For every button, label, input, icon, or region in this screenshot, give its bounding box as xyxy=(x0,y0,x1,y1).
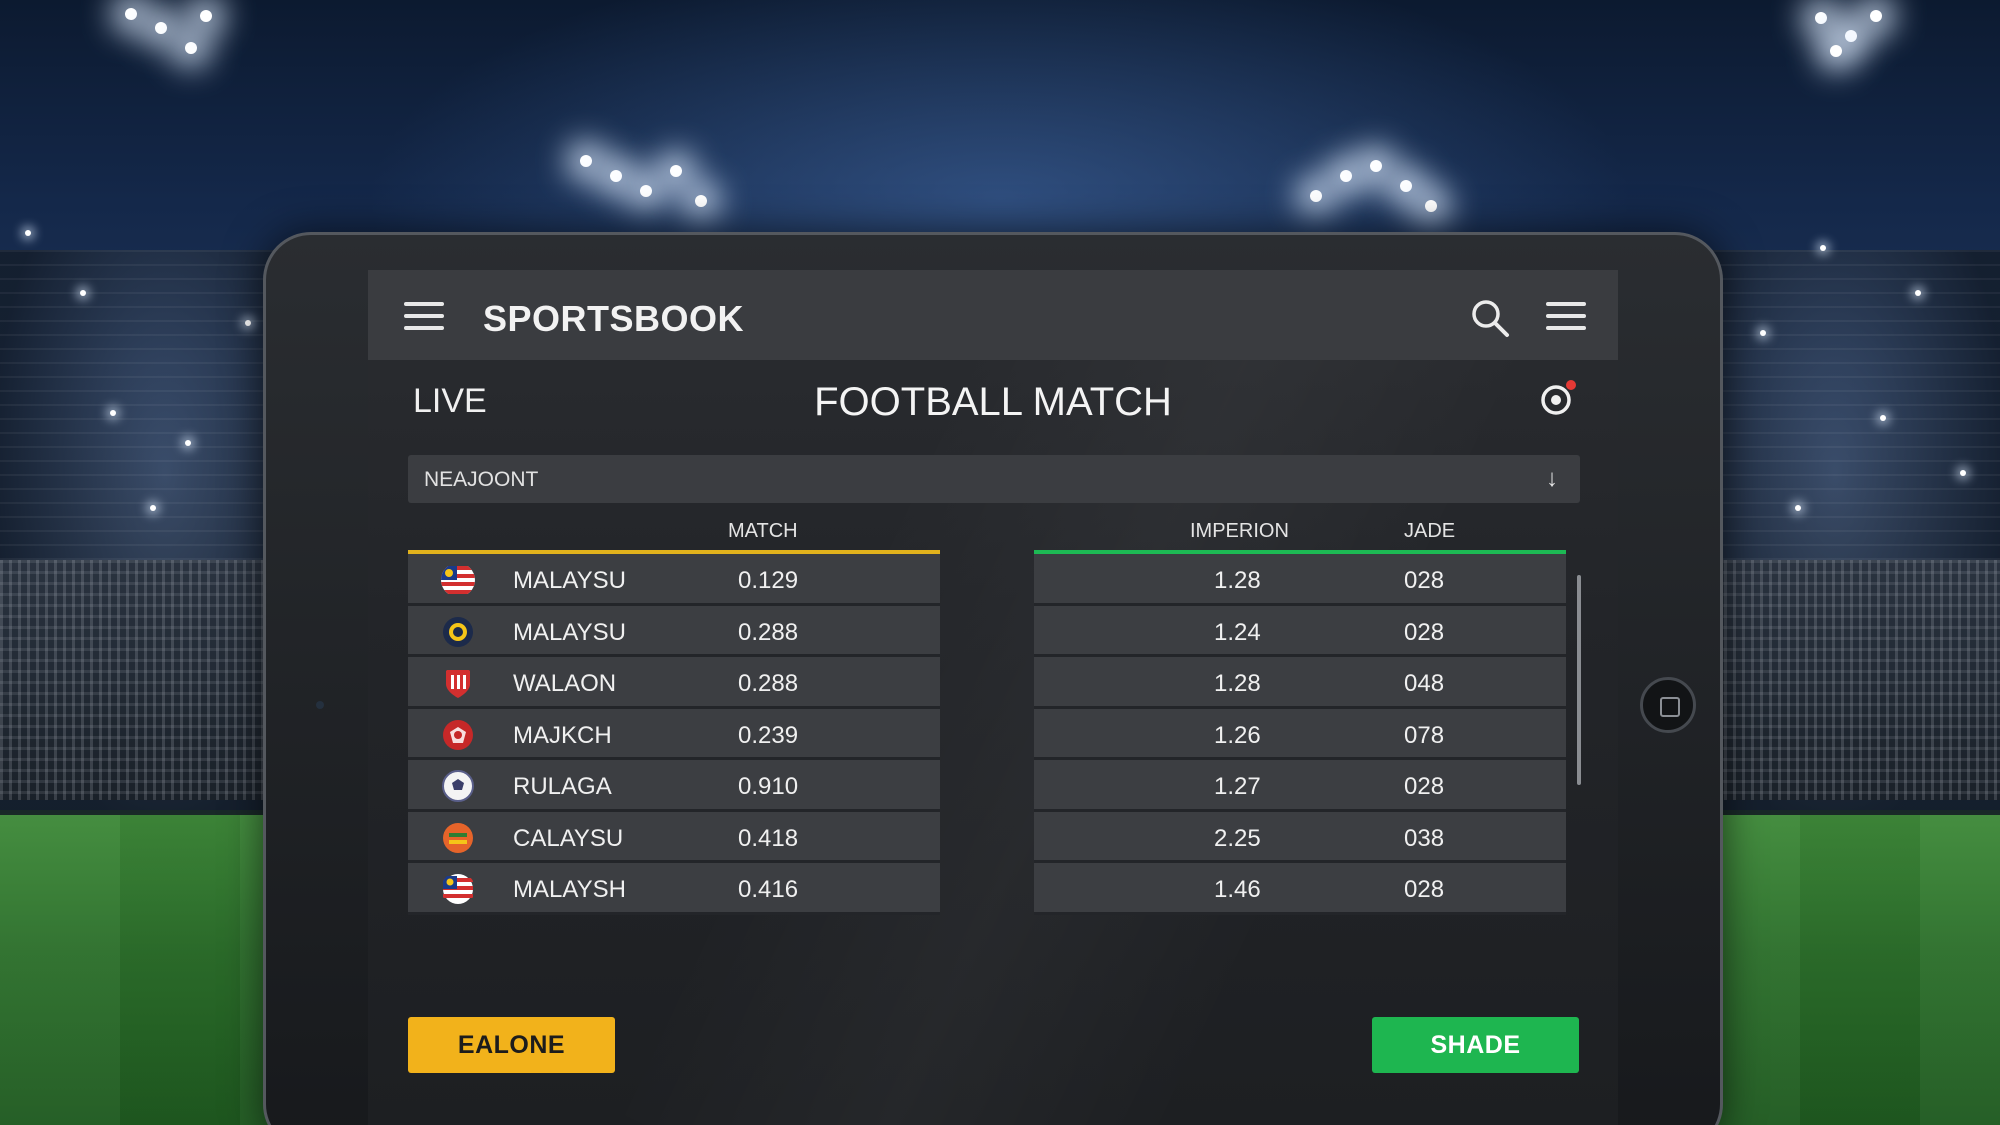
table-row[interactable]: CALAYSU 0.418 xyxy=(408,811,940,863)
team-crest-icon xyxy=(443,616,473,647)
team-name: MAJKCH xyxy=(513,721,612,749)
column-header-jade: JADE xyxy=(1404,520,1456,542)
team-name: WALAON xyxy=(513,670,617,697)
malaysia-flag-icon xyxy=(441,566,475,594)
column-header-match: MATCH xyxy=(728,520,798,542)
page-title: FOOTBALL MATCH xyxy=(814,380,1172,424)
jade-odds: 028 xyxy=(1404,773,1445,800)
imperion-odds: 1.46 xyxy=(1214,876,1261,903)
team-name: RULAGA xyxy=(513,773,612,800)
table-row[interactable]: MALAYSU 0.288 xyxy=(408,605,940,657)
chevron-down-icon: ↓ xyxy=(1546,465,1558,492)
table-row[interactable]: 1.28 028 xyxy=(1034,554,1566,606)
table-row[interactable]: WALAON 0.288 xyxy=(408,657,940,709)
table-row[interactable]: 1.27 028 xyxy=(1034,760,1566,812)
top-bar: SPORTSBOOK xyxy=(368,270,1618,360)
shade-button[interactable]: SHADE xyxy=(1372,1017,1579,1073)
table-row[interactable]: 1.28 048 xyxy=(1034,657,1566,709)
hamburger-menu-icon[interactable] xyxy=(404,302,444,330)
filter-selected-value: NEAJOONT xyxy=(424,468,539,491)
jade-odds: 038 xyxy=(1404,824,1445,852)
match-odds: 0.129 xyxy=(738,567,799,594)
imperion-odds: 1.24 xyxy=(1214,618,1261,646)
table-row[interactable]: MAJKCH 0.239 xyxy=(408,708,940,760)
match-odds: 0.288 xyxy=(738,618,799,646)
search-icon[interactable] xyxy=(1468,296,1512,340)
jade-odds: 078 xyxy=(1404,721,1445,749)
live-record-icon[interactable] xyxy=(1538,378,1578,418)
app-title: SPORTSBOOK xyxy=(483,298,745,339)
table-row[interactable]: 1.26 078 xyxy=(1034,708,1566,760)
match-odds: 0.418 xyxy=(738,824,799,852)
match-odds: 0.288 xyxy=(738,670,799,697)
table-row[interactable]: MALAYSH 0.416 xyxy=(408,863,940,915)
camera-icon xyxy=(316,701,324,709)
team-name: MALAYSU xyxy=(513,567,626,594)
team-name: MALAYSH xyxy=(513,876,626,903)
options-menu-icon[interactable] xyxy=(1546,302,1586,330)
team-name: MALAYSU xyxy=(513,618,626,646)
match-table: MALAYSU 0.129 MALAYSU 0.288 WALAON 0.288 xyxy=(408,550,940,915)
imperion-odds: 1.26 xyxy=(1214,721,1261,749)
table-row[interactable]: RULAGA 0.910 xyxy=(408,760,940,812)
home-button[interactable] xyxy=(1640,677,1696,733)
imperion-odds: 2.25 xyxy=(1214,824,1261,852)
league-filter-dropdown[interactable]: NEAJOONT ↓ xyxy=(408,455,1580,503)
malaysia-flag-icon xyxy=(443,874,473,904)
table-row[interactable]: 1.46 028 xyxy=(1034,863,1566,915)
imperion-odds: 1.28 xyxy=(1214,670,1261,697)
imperion-odds: 1.27 xyxy=(1214,773,1261,800)
match-odds: 0.416 xyxy=(738,876,799,903)
odds-table: 1.28 028 1.24 028 1.28 048 1.26 078 1.27… xyxy=(1034,550,1566,915)
shield-crest-icon xyxy=(446,670,470,698)
live-label: LIVE xyxy=(413,382,487,420)
table-row[interactable]: 1.24 028 xyxy=(1034,605,1566,657)
jade-odds: 028 xyxy=(1404,567,1445,594)
column-header-imperion: IMPERION xyxy=(1190,520,1289,542)
match-odds: 0.910 xyxy=(738,773,799,800)
jade-odds: 028 xyxy=(1404,618,1445,646)
soccer-ball-icon xyxy=(442,770,474,802)
jade-odds: 028 xyxy=(1404,876,1445,903)
red-crest-icon xyxy=(443,719,473,750)
match-odds: 0.239 xyxy=(738,721,799,749)
ealone-button[interactable]: EALONE xyxy=(408,1017,615,1073)
app-screen: SPORTSBOOK LIVE FOOTBALL MATCH NEAJOONT … xyxy=(368,270,1618,1125)
orange-crest-icon xyxy=(443,822,473,853)
imperion-odds: 1.28 xyxy=(1214,567,1261,594)
team-name: CALAYSU xyxy=(513,824,624,852)
table-scrollbar[interactable] xyxy=(1577,575,1581,785)
table-row[interactable]: 2.25 038 xyxy=(1034,811,1566,863)
table-row[interactable]: MALAYSU 0.129 xyxy=(408,554,940,606)
jade-odds: 048 xyxy=(1404,670,1445,697)
